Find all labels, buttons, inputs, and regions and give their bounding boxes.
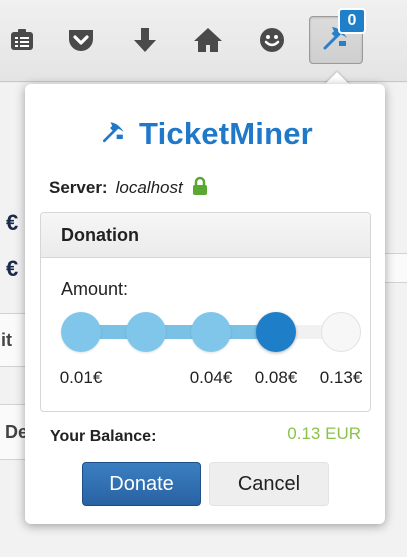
amount-tick-label: 0.08€: [254, 368, 298, 387]
server-label: Server:: [49, 178, 108, 197]
slider-stop[interactable]: [126, 312, 166, 352]
background-fragment: it: [1, 330, 12, 350]
server-row: Server: localhost: [49, 176, 209, 200]
balance-value: 0.13 EUR: [287, 424, 361, 443]
slider-stop[interactable]: [191, 312, 231, 352]
donation-panel-title: Donation: [41, 213, 370, 258]
amount-tick-label: 0.13€: [319, 368, 363, 387]
browser-toolbar: 0: [0, 0, 407, 82]
amount-tick-label: 0.01€: [59, 368, 103, 387]
amount-label: Amount:: [61, 279, 129, 299]
ticketminer-popup: TicketMiner Server: localhost Donation A…: [25, 84, 385, 524]
home-icon[interactable]: [188, 20, 228, 60]
amount-tick-label: 0.04€: [189, 368, 233, 387]
reading-list-icon[interactable]: [2, 20, 42, 60]
background-fragment: €: [6, 210, 19, 235]
slider-stop[interactable]: [321, 312, 361, 352]
amount-slider[interactable]: [61, 311, 361, 355]
pickaxe-icon: [97, 117, 131, 152]
brand-name: TicketMiner: [139, 116, 313, 151]
balance-label: Your Balance:: [50, 428, 157, 445]
slider-stop[interactable]: [61, 312, 101, 352]
background-input: [384, 253, 407, 283]
slider-stop[interactable]: [256, 312, 296, 352]
smiley-icon[interactable]: [252, 20, 292, 60]
donate-button[interactable]: Donate: [82, 462, 201, 506]
donation-panel: Donation Amount: 0.01€ 0.04€ 0.08€ 0.13€: [40, 212, 371, 412]
lock-icon: [191, 176, 209, 201]
background-fragment: €: [6, 256, 19, 281]
slider-track-fill: [75, 325, 276, 339]
pocket-icon[interactable]: [61, 20, 101, 60]
notification-badge: 0: [338, 8, 366, 34]
server-value: localhost: [115, 178, 183, 197]
brand-header: TicketMiner: [25, 116, 385, 152]
download-icon[interactable]: [125, 20, 165, 60]
cancel-button[interactable]: Cancel: [209, 462, 329, 506]
